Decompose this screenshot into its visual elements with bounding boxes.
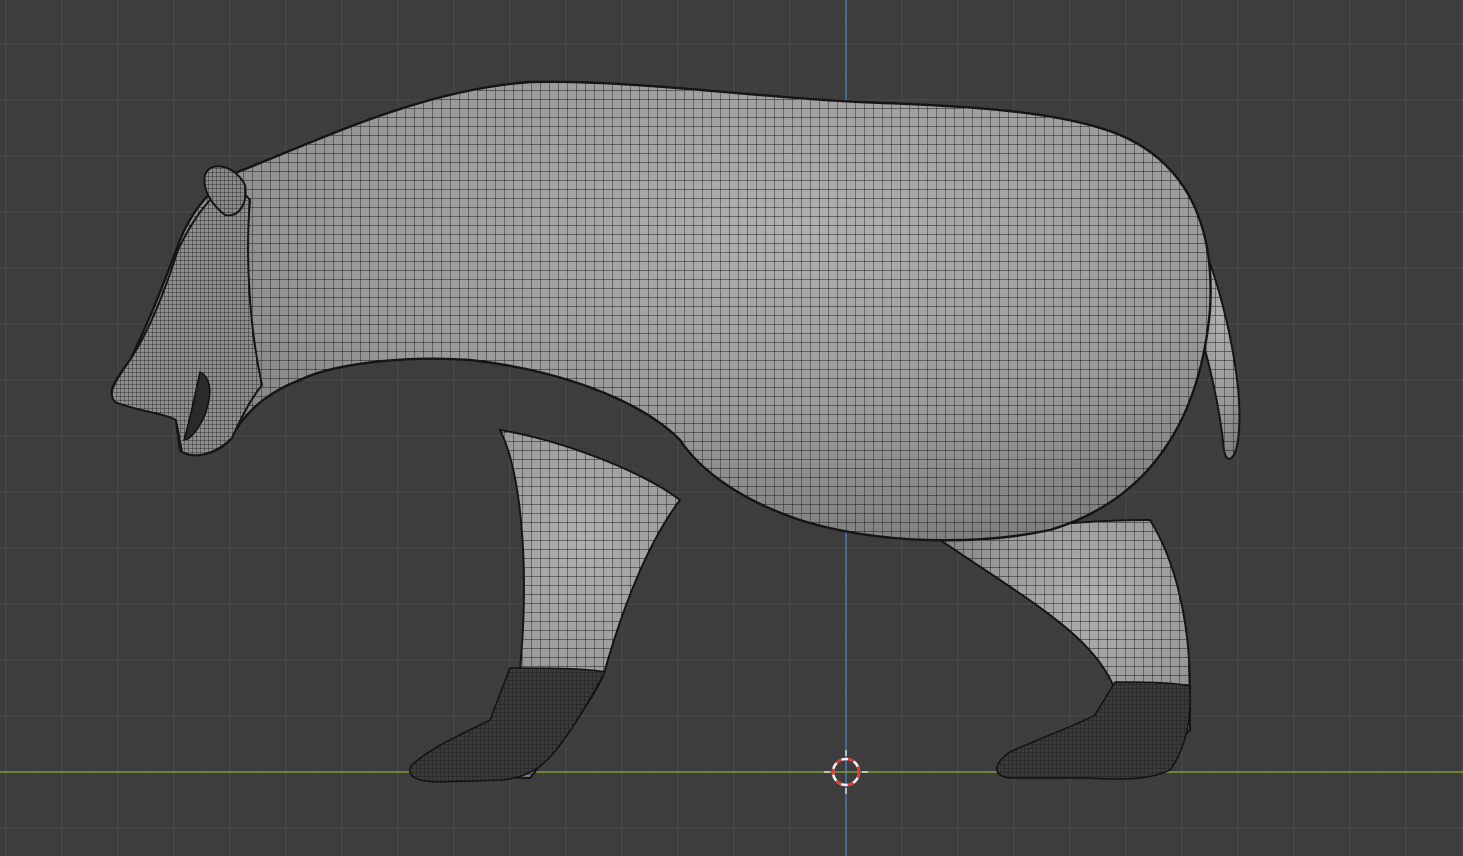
bear-head-wire [111,180,263,456]
bear-front-paw-wire [409,668,605,782]
viewport-canvas[interactable] [0,0,1463,856]
3d-viewport[interactable] [0,0,1463,856]
bear-body-wire [111,81,1211,541]
bear-hind-paw-wire [996,682,1191,780]
